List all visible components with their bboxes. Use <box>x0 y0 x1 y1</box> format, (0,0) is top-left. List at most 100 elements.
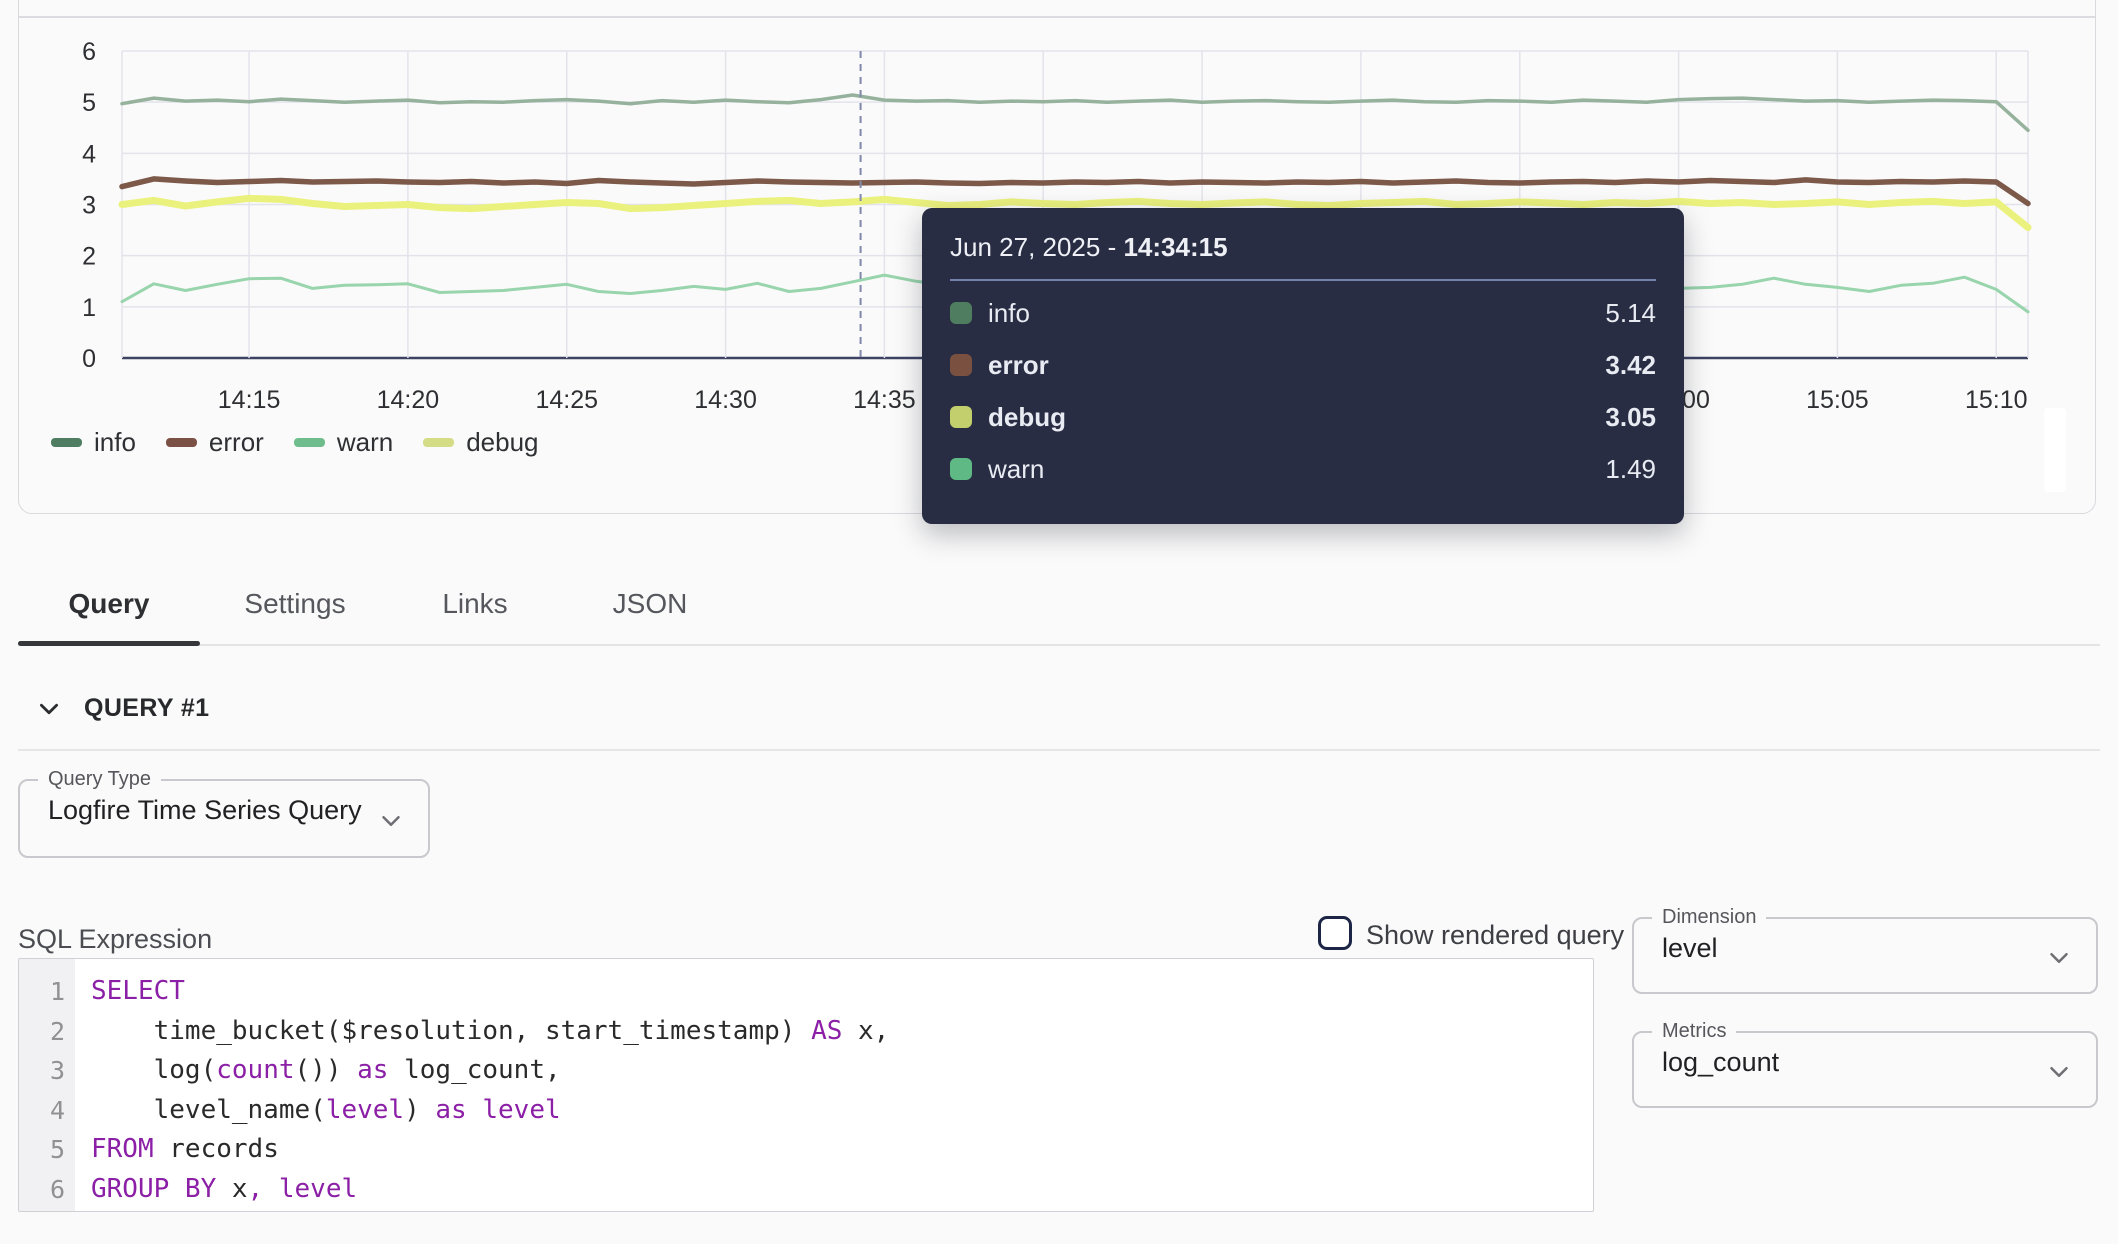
legend-swatch-debug <box>423 438 454 447</box>
sql-text: level_name( <box>91 1095 326 1125</box>
x-axis-tick-label: 14:25 <box>535 386 598 414</box>
active-tab-underline <box>18 641 200 646</box>
legend-item-info[interactable]: info <box>51 427 136 458</box>
x-axis-tick-label: 14:20 <box>377 386 440 414</box>
tooltip-divider <box>950 279 1656 281</box>
tab-bar-border <box>18 644 2100 646</box>
tooltip-timestamp: Jun 27, 2025 - 14:34:15 <box>950 232 1656 263</box>
query-type-select[interactable]: Query Type Logfire Time Series Query <box>18 768 430 858</box>
tooltip-series-label: warn <box>988 454 1044 485</box>
sql-text <box>467 1095 483 1125</box>
sql-keyword: level <box>482 1095 560 1125</box>
tooltip-row-info: info 5.14 <box>950 287 1656 339</box>
line-number: 5 <box>19 1130 65 1170</box>
legend-swatch-error <box>166 438 197 447</box>
tooltip-swatch-info <box>950 302 972 324</box>
y-axis-tick-label: 2 <box>82 243 96 271</box>
sql-code-line: log(count()) as log_count, <box>91 1051 889 1091</box>
chart-tooltip: Jun 27, 2025 - 14:34:15 info 5.14 error 3.4… <box>922 208 1684 524</box>
legend-label: warn <box>337 427 393 458</box>
line-number-gutter: 123456 <box>19 959 75 1211</box>
sql-keyword: AS <box>811 1016 842 1046</box>
logfire-dashboard-page: 012345614:1514:2014:2514:3014:3514:4014:… <box>0 0 2118 1244</box>
sql-keyword: , <box>248 1174 264 1204</box>
sql-text: ()) <box>295 1055 358 1085</box>
sql-keyword: SELECT <box>91 976 185 1006</box>
show-rendered-query-checkbox[interactable] <box>1318 916 1352 950</box>
x-axis-tick-label: 14:30 <box>694 386 757 414</box>
tooltip-series-label: debug <box>988 402 1066 433</box>
y-axis-tick-label: 0 <box>82 345 96 373</box>
tooltip-row-warn: warn 1.49 <box>950 443 1656 495</box>
tooltip-swatch-warn <box>950 458 972 480</box>
sql-code-line: SELECT <box>91 972 889 1012</box>
sql-keyword: count <box>216 1055 294 1085</box>
tooltip-date: Jun 27, 2025 - <box>950 232 1123 262</box>
y-axis-tick-label: 1 <box>82 294 96 322</box>
tab-json[interactable]: JSON <box>560 562 740 646</box>
y-axis-tick-label: 5 <box>82 89 96 117</box>
section-divider <box>18 749 2100 751</box>
show-rendered-query-label[interactable]: Show rendered query <box>1366 920 1624 951</box>
chevron-down-icon <box>376 806 406 836</box>
dimension-select[interactable]: Dimension level <box>1632 906 2098 994</box>
tooltip-series-value: 3.05 <box>1605 402 1656 433</box>
sql-code-line: FROM records <box>91 1130 889 1170</box>
legend-item-warn[interactable]: warn <box>294 427 393 458</box>
line-number: 2 <box>19 1012 65 1052</box>
metrics-select[interactable]: Metrics log_count <box>1632 1020 2098 1108</box>
tab-settings[interactable]: Settings <box>200 562 390 646</box>
query-section-title: QUERY #1 <box>84 694 209 723</box>
legend-label: error <box>209 427 264 458</box>
tooltip-series-value: 5.14 <box>1605 298 1656 329</box>
scrollbar-thumb[interactable] <box>2044 408 2066 492</box>
sql-keyword: GROUP BY <box>91 1174 216 1204</box>
tooltip-time: 14:34:15 <box>1123 232 1227 262</box>
line-number: 6 <box>19 1170 65 1210</box>
metrics-label: Metrics <box>1652 1020 1736 1043</box>
sql-text: ) <box>404 1095 435 1125</box>
sql-editor: 123456 SELECT time_bucket($resolution, s… <box>18 958 1594 1212</box>
sql-text: records <box>154 1134 279 1164</box>
tooltip-swatch-error <box>950 354 972 376</box>
sql-text: x, <box>842 1016 889 1046</box>
query-type-value: Logfire Time Series Query <box>20 795 428 826</box>
sql-text: time_bucket($resolution, start_timestamp… <box>91 1016 811 1046</box>
tab-query[interactable]: Query <box>18 562 200 646</box>
sql-keyword: as <box>357 1055 388 1085</box>
chevron-down-icon <box>2044 1057 2074 1087</box>
legend-item-error[interactable]: error <box>166 427 264 458</box>
legend-label: info <box>94 427 136 458</box>
tooltip-series-label: info <box>988 298 1030 329</box>
y-axis-tick-label: 6 <box>82 38 96 66</box>
tooltip-row-debug: debug 3.05 <box>950 391 1656 443</box>
x-axis-tick-label: 14:35 <box>853 386 916 414</box>
sql-keyword: as <box>435 1095 466 1125</box>
dimension-value: level <box>1634 933 2096 964</box>
sql-keyword: level <box>326 1095 404 1125</box>
y-axis-tick-label: 3 <box>82 192 96 220</box>
tooltip-series-value: 1.49 <box>1605 454 1656 485</box>
sql-keyword: level <box>263 1174 357 1204</box>
tooltip-rows: info 5.14 error 3.42 debug 3.05 warn 1.49 <box>950 287 1656 495</box>
legend-item-debug[interactable]: debug <box>423 427 538 458</box>
legend-swatch-info <box>51 438 82 447</box>
chevron-down-icon[interactable] <box>36 696 62 722</box>
y-axis-tick-label: 4 <box>82 140 96 168</box>
tooltip-series-value: 3.42 <box>1605 350 1656 381</box>
sql-code-area[interactable]: SELECT time_bucket($resolution, start_ti… <box>75 959 889 1211</box>
sql-keyword: FROM <box>91 1134 154 1164</box>
query-section-header[interactable]: QUERY #1 <box>36 694 209 723</box>
legend-label: debug <box>466 427 538 458</box>
sql-code-line: level_name(level) as level <box>91 1091 889 1131</box>
dimension-label: Dimension <box>1652 906 1766 929</box>
chart-legend: info error warn debug <box>51 427 539 458</box>
sql-code-line: time_bucket($resolution, start_timestamp… <box>91 1012 889 1052</box>
sql-text: x <box>216 1174 247 1204</box>
sql-expression-label: SQL Expression <box>18 924 212 955</box>
tab-links[interactable]: Links <box>390 562 560 646</box>
metrics-value: log_count <box>1634 1047 2096 1078</box>
tooltip-series-label: error <box>988 350 1049 381</box>
x-axis-tick-label: 14:15 <box>218 386 281 414</box>
tooltip-swatch-debug <box>950 406 972 428</box>
